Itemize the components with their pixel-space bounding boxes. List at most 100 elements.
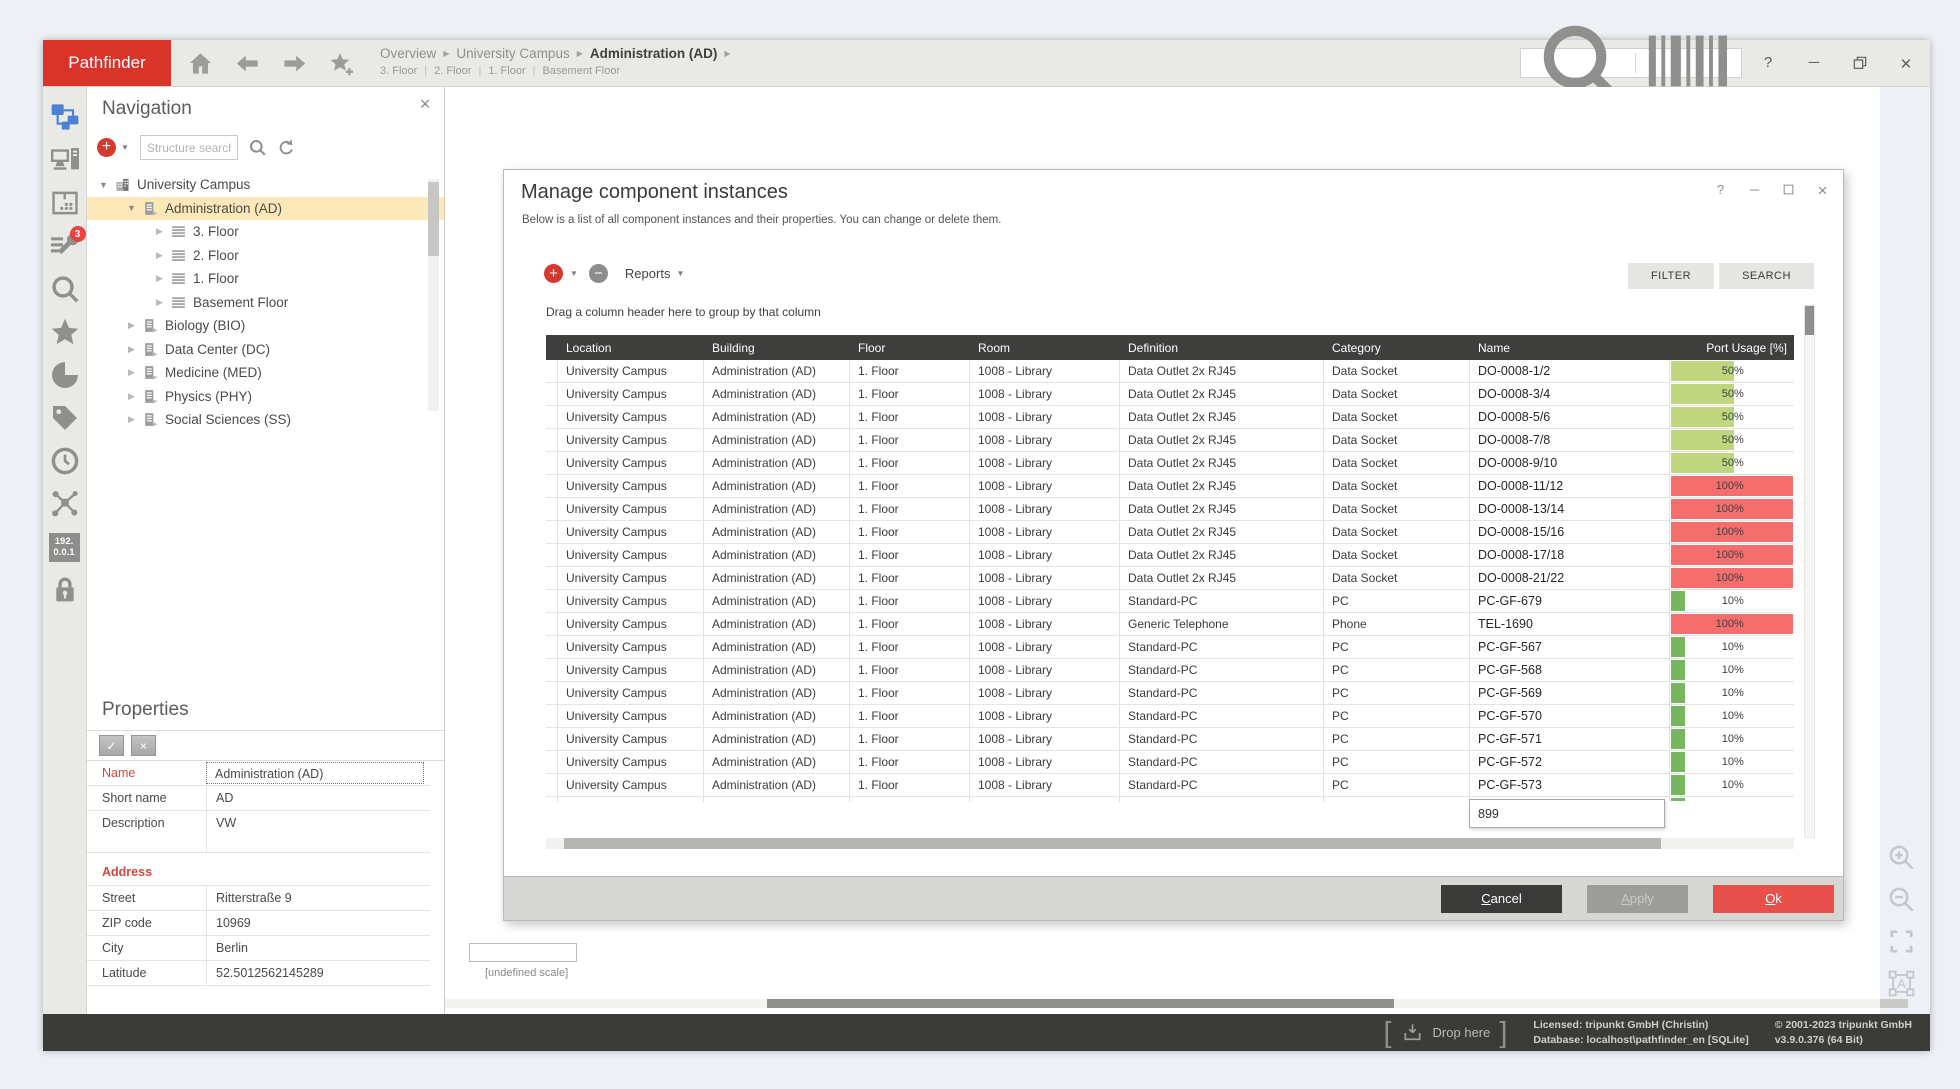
property-value[interactable]: Administration (AD)	[206, 762, 424, 784]
breadcrumb-floor[interactable]: 2. Floor	[434, 65, 471, 77]
table-row[interactable]: University CampusAdministration (AD)1. F…	[546, 544, 1794, 567]
remove-instance-button[interactable]: −	[589, 264, 608, 283]
search-icon[interactable]	[248, 138, 267, 157]
column-header-name[interactable]: Name	[1470, 341, 1670, 355]
breadcrumb-floor[interactable]: Basement Floor	[542, 65, 620, 77]
column-header-location[interactable]: Location	[558, 341, 704, 355]
table-row[interactable]: University CampusAdministration (AD)1. F…	[546, 521, 1794, 544]
tree-item[interactable]: ▶3. Floor	[87, 220, 444, 244]
properties-scrollbar[interactable]	[428, 179, 439, 411]
column-header-floor[interactable]: Floor	[850, 341, 970, 355]
tree-item[interactable]: ▶Data Center (DC)	[87, 338, 444, 362]
lock-icon[interactable]	[49, 574, 81, 606]
table-row[interactable]: University CampusAdministration (AD)1. F…	[546, 774, 1794, 797]
tag-icon[interactable]	[49, 402, 81, 434]
maximize-icon[interactable]	[1782, 183, 1795, 196]
collapse-arrow-icon[interactable]: ▼	[97, 180, 110, 190]
table-row[interactable]: University CampusAdministration (AD)1. F…	[546, 705, 1794, 728]
clock-icon[interactable]	[49, 445, 81, 477]
select-area-icon[interactable]: A	[1887, 969, 1916, 998]
table-row[interactable]: University CampusAdministration (AD)1. F…	[546, 659, 1794, 682]
pie-chart-icon[interactable]	[49, 359, 81, 391]
breadcrumb-item[interactable]: Overview	[380, 46, 436, 61]
table-row[interactable]: University CampusAdministration (AD)1. F…	[546, 728, 1794, 751]
fit-screen-icon[interactable]	[1887, 927, 1916, 956]
add-instance-button[interactable]: +	[544, 264, 563, 283]
canvas-horizontal-scrollbar[interactable]	[445, 999, 1880, 1008]
workstation-icon[interactable]	[49, 144, 81, 176]
expand-arrow-icon[interactable]: ▶	[125, 414, 138, 425]
breadcrumb-floor[interactable]: 3. Floor	[380, 65, 417, 77]
expand-arrow-icon[interactable]: ▶	[125, 320, 138, 331]
cancel-x-icon[interactable]: ×	[131, 735, 156, 756]
table-row[interactable]: University CampusAdministration (AD)1. F…	[546, 429, 1794, 452]
zoom-out-icon[interactable]	[1887, 885, 1916, 914]
table-vertical-scrollbar[interactable]	[1804, 305, 1815, 838]
structure-search-input[interactable]	[140, 135, 238, 160]
table-row[interactable]: University CampusAdministration (AD)1. F…	[546, 613, 1794, 636]
search-button[interactable]: SEARCH	[1719, 263, 1814, 289]
minimize-icon[interactable]: ─	[1748, 183, 1761, 196]
help-icon[interactable]: ?	[1760, 55, 1776, 71]
forward-icon[interactable]	[281, 50, 308, 77]
tree-item[interactable]: ▶Biology (BIO)	[87, 314, 444, 338]
ok-button[interactable]: Ok	[1713, 885, 1834, 913]
filter-button[interactable]: FILTER	[1628, 263, 1714, 289]
global-search[interactable]	[1520, 48, 1742, 78]
tree-item[interactable]: ▶Physics (PHY)	[87, 385, 444, 409]
inline-edit-box[interactable]: 899	[1469, 799, 1665, 828]
property-value[interactable]: 10969	[206, 911, 430, 935]
property-value[interactable]: Berlin	[206, 936, 430, 960]
breadcrumb-item[interactable]: Administration (AD)	[590, 46, 718, 61]
expand-arrow-icon[interactable]: ▶	[153, 297, 166, 308]
property-value[interactable]: AD	[206, 786, 430, 810]
expand-arrow-icon[interactable]: ▶	[125, 391, 138, 402]
floorplan-icon[interactable]	[49, 187, 81, 219]
minimize-icon[interactable]: ─	[1806, 55, 1822, 71]
hierarchy-icon[interactable]	[49, 101, 81, 133]
table-row[interactable]: University CampusAdministration (AD)1. F…	[546, 475, 1794, 498]
property-value[interactable]: Ritterstraße 9	[206, 886, 430, 910]
ip-address-icon[interactable]: 192.0.0.1	[49, 531, 81, 563]
expand-arrow-icon[interactable]: ▶	[153, 273, 166, 284]
column-header-building[interactable]: Building	[704, 341, 850, 355]
property-value[interactable]: 52.5012562145289	[206, 961, 430, 985]
check-icon[interactable]: ✓	[99, 735, 124, 756]
table-row[interactable]: University CampusAdministration (AD)1. F…	[546, 498, 1794, 521]
scrollbar-thumb[interactable]	[767, 999, 1394, 1008]
scrollbar-thumb[interactable]	[564, 838, 1661, 849]
favorite-add-icon[interactable]	[328, 50, 355, 77]
property-value[interactable]: VW	[206, 811, 430, 852]
expand-arrow-icon[interactable]: ▶	[153, 226, 166, 237]
expand-arrow-icon[interactable]: ▶	[125, 344, 138, 355]
table-row[interactable]: University CampusAdministration (AD)1. F…	[546, 590, 1794, 613]
close-icon[interactable]: ×	[418, 95, 432, 109]
help-icon[interactable]: ?	[1714, 183, 1727, 196]
drop-here-target[interactable]: [ Drop here ]	[1383, 1020, 1507, 1046]
tree-item[interactable]: ▶Basement Floor	[87, 291, 444, 315]
column-header-category[interactable]: Category	[1324, 341, 1470, 355]
restore-icon[interactable]	[1852, 55, 1868, 71]
refresh-icon[interactable]	[277, 138, 296, 157]
table-row[interactable]: University CampusAdministration (AD)1. F…	[546, 751, 1794, 774]
tree-item[interactable]: ▶Medicine (MED)	[87, 361, 444, 385]
tree-item[interactable]: ▶2. Floor	[87, 244, 444, 268]
reports-dropdown[interactable]: Reports ▼	[625, 266, 684, 281]
app-logo[interactable]: Pathfinder	[43, 40, 171, 86]
table-row[interactable]: University CampusAdministration (AD)1. F…	[546, 406, 1794, 429]
column-header-definition[interactable]: Definition	[1120, 341, 1324, 355]
table-row[interactable]: University CampusAdministration (AD)1. F…	[546, 360, 1794, 383]
tree-item[interactable]: ▶1. Floor	[87, 267, 444, 291]
back-icon[interactable]	[234, 50, 261, 77]
star-icon[interactable]	[49, 316, 81, 348]
table-row[interactable]: University CampusAdministration (AD)1. F…	[546, 636, 1794, 659]
breadcrumb-item[interactable]: University Campus	[456, 46, 569, 61]
table-row[interactable]: University CampusAdministration (AD)1. F…	[546, 682, 1794, 705]
table-row[interactable]: University CampusAdministration (AD)1. F…	[546, 452, 1794, 475]
scrollbar-thumb[interactable]	[1805, 306, 1814, 335]
tools-icon[interactable]: 3	[49, 230, 81, 262]
add-structure-button[interactable]: +	[97, 138, 116, 157]
breadcrumb-floor[interactable]: 1. Floor	[488, 65, 525, 77]
chevron-down-icon[interactable]: ▼	[121, 143, 129, 152]
tree-item[interactable]: ▶Social Sciences (SS)	[87, 408, 444, 432]
